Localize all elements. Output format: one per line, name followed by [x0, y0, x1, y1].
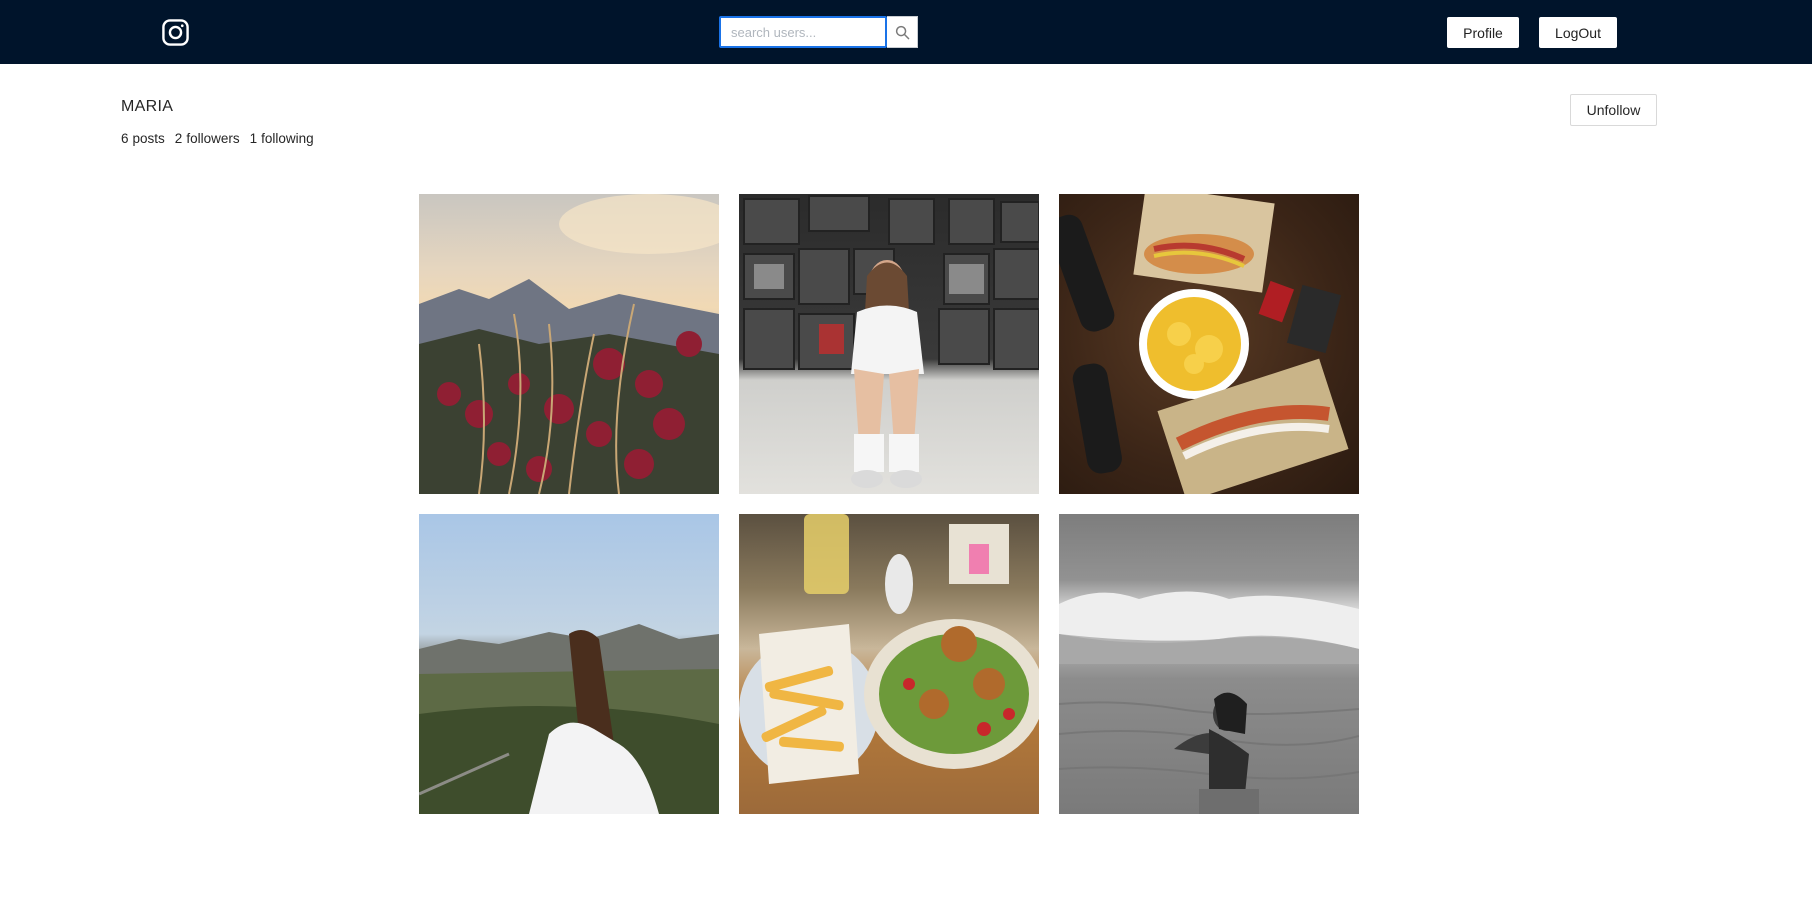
posts-stat: 6 posts [121, 131, 165, 146]
profile-button[interactable]: Profile [1447, 17, 1519, 48]
post-thumbnail[interactable] [739, 514, 1039, 814]
followers-count: 2 [174, 131, 183, 146]
search-button[interactable] [887, 16, 918, 48]
search-bar [719, 16, 918, 48]
followers-label: followers [186, 131, 240, 146]
unfollow-button[interactable]: Unfollow [1570, 94, 1657, 126]
posts-count: 6 [121, 131, 129, 146]
girl-sitting-before-tv-wall-photo [743, 195, 1039, 488]
followers-stat[interactable]: 2 followers [175, 131, 240, 146]
fries-and-salad-plates-photo [739, 514, 1039, 784]
post-thumbnail[interactable] [419, 194, 719, 494]
woman-in-sea-waves-bw-photo [1059, 591, 1359, 814]
logout-button[interactable]: LogOut [1539, 17, 1617, 48]
instagram-icon[interactable] [161, 18, 190, 47]
post-thumbnail[interactable] [739, 194, 1039, 494]
sunset-mountains-flowers-photo [419, 194, 719, 494]
search-input[interactable] [719, 16, 887, 48]
following-label: following [261, 131, 314, 146]
girl-overlooking-valley-photo [419, 624, 719, 814]
profile-username: MARIA [121, 98, 174, 115]
posts-label: posts [132, 131, 165, 146]
profile-stats: 6 posts 2 followers 1 following [121, 131, 314, 146]
posts-grid [419, 194, 1359, 814]
top-navbar: Profile LogOut [0, 0, 1812, 64]
following-stat[interactable]: 1 following [250, 131, 314, 146]
hotdogs-and-fries-on-table-photo [1059, 194, 1349, 494]
following-count: 1 [249, 131, 258, 146]
post-thumbnail[interactable] [1059, 194, 1359, 494]
post-thumbnail[interactable] [1059, 514, 1359, 814]
post-thumbnail[interactable] [419, 514, 719, 814]
search-icon [895, 25, 910, 40]
